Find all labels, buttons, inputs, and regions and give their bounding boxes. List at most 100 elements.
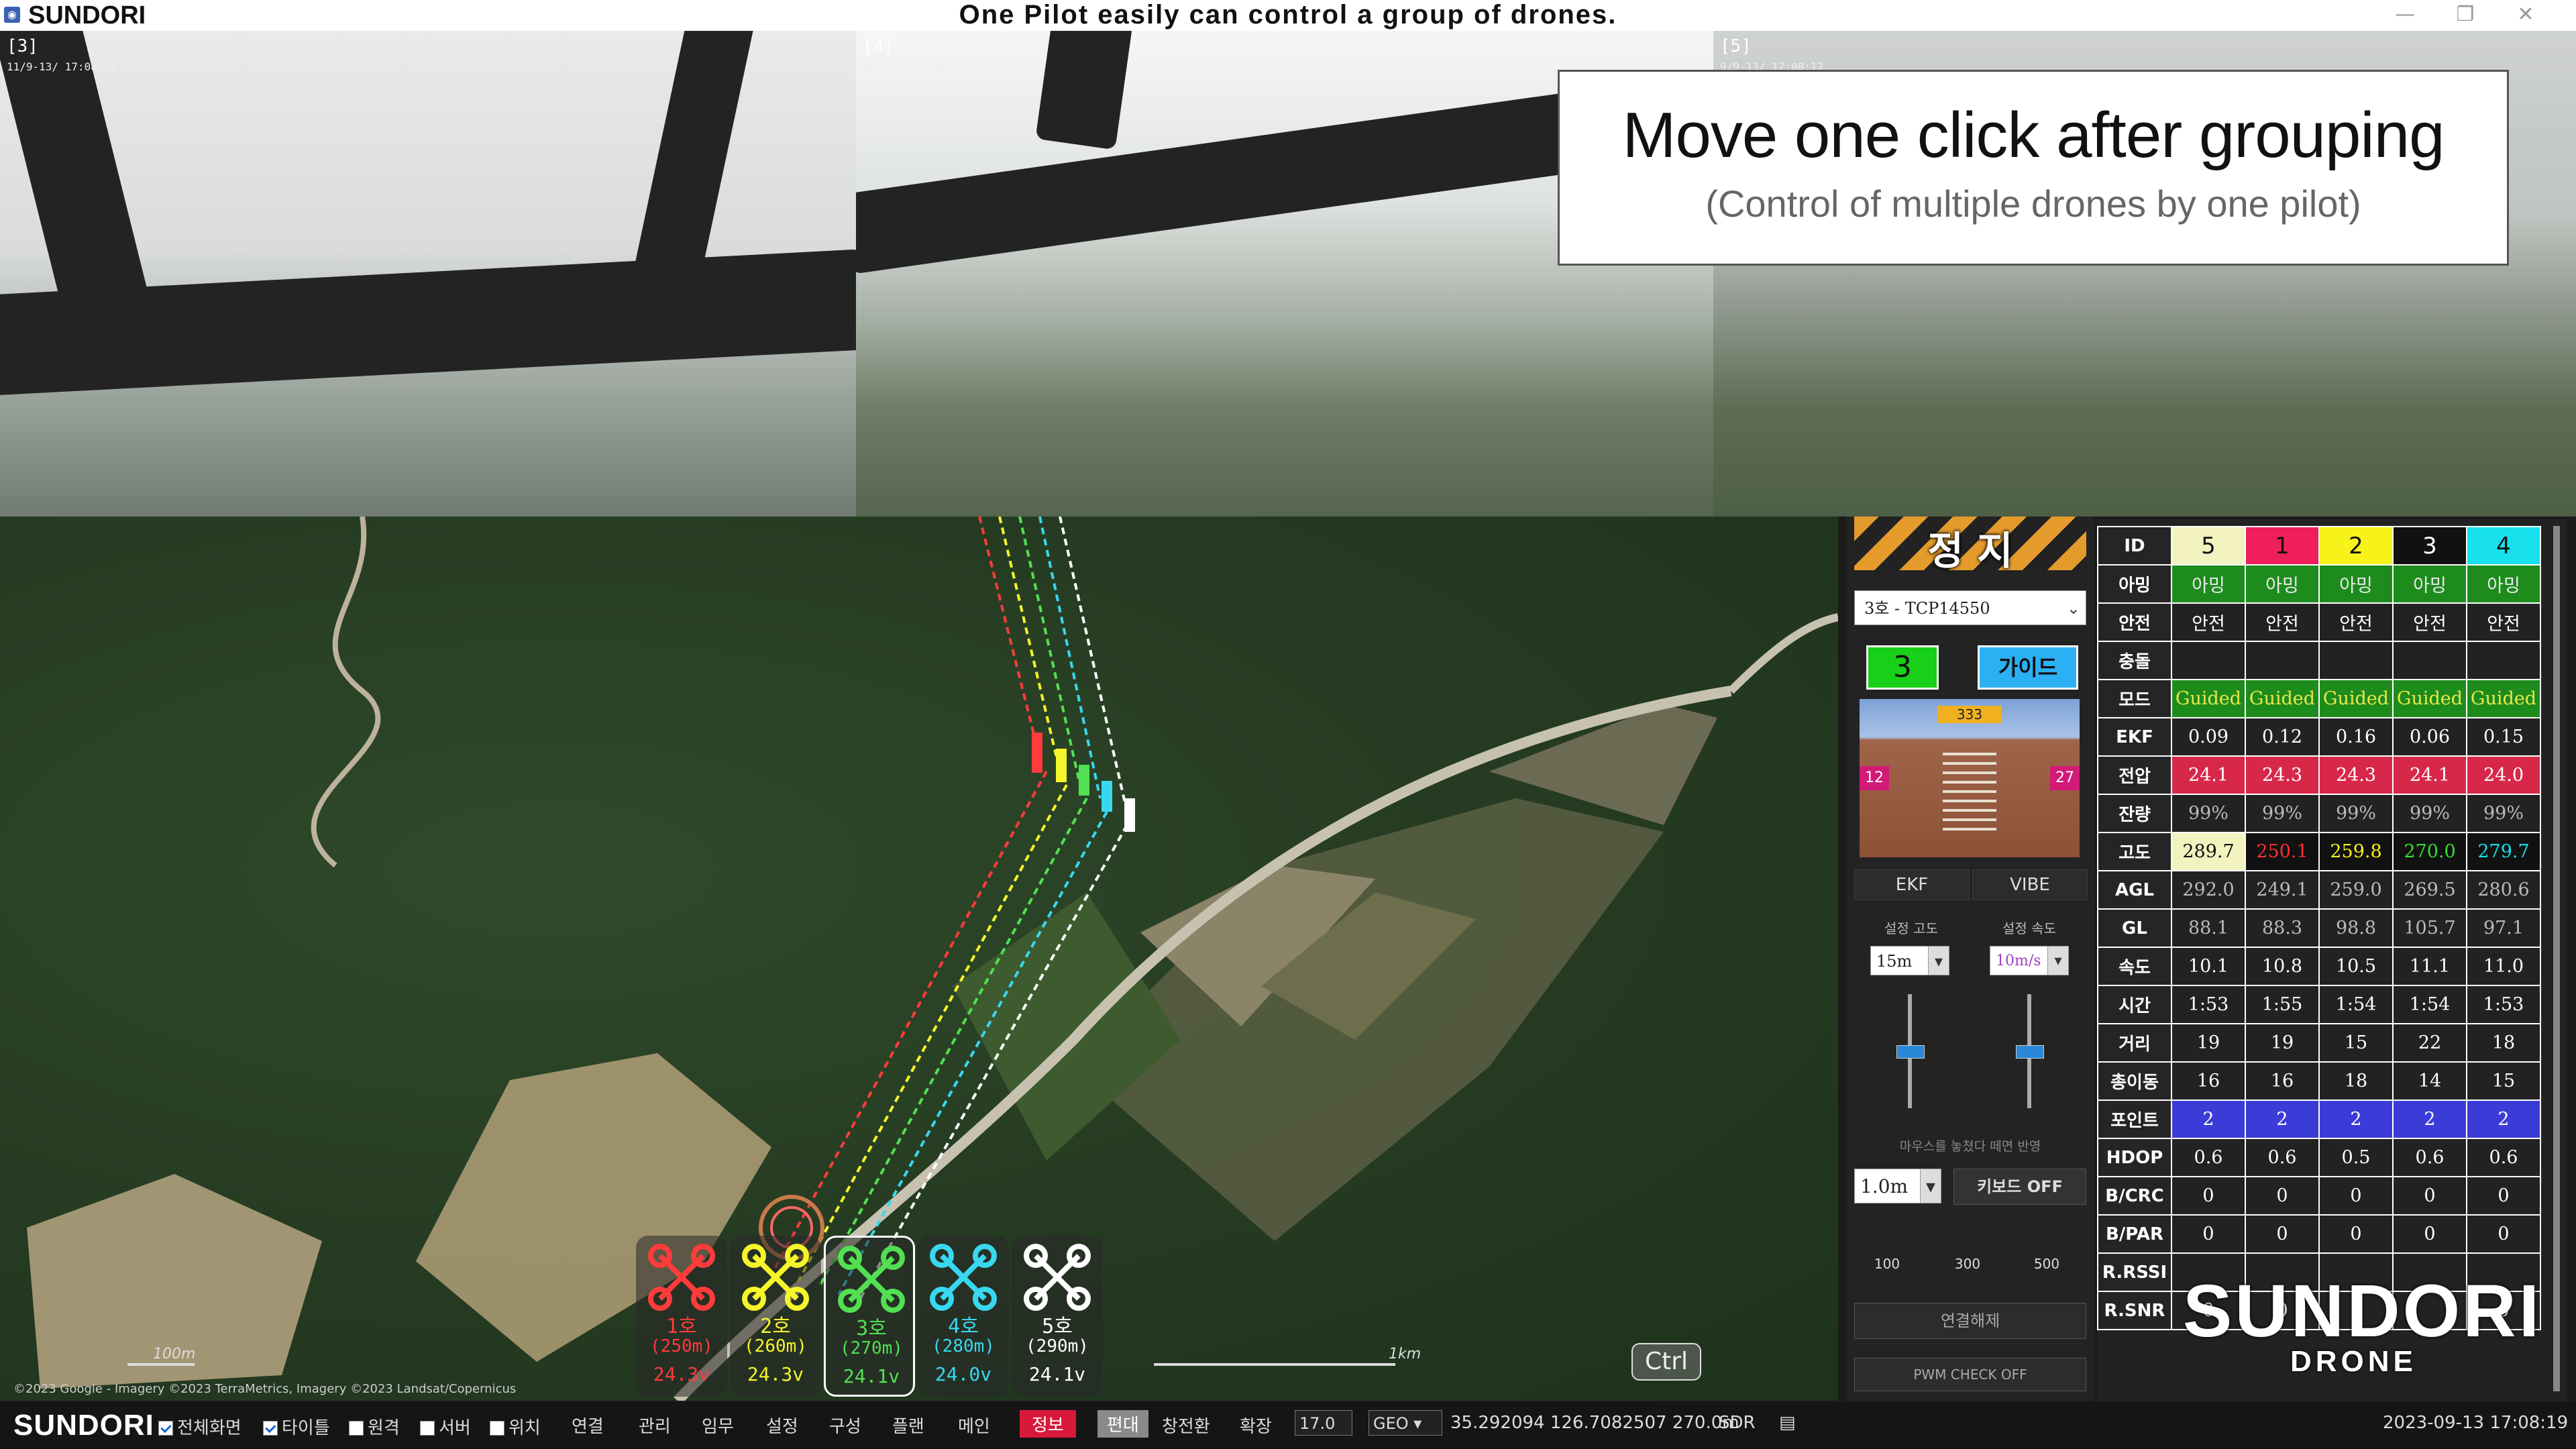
table-cell: 0.06: [2392, 717, 2467, 757]
drone-card-2[interactable]: 2호 (260m) 24.3v: [730, 1236, 821, 1397]
geo-dropdown[interactable]: GEO ▾: [1368, 1410, 1442, 1436]
drone-card-4[interactable]: 4호 (280m) 24.0v: [918, 1236, 1009, 1397]
speed-setting-dropdown[interactable]: 10m/s ▾: [1990, 946, 2069, 975]
table-cell: 0: [2466, 1176, 2541, 1216]
table-row: 충돌: [2097, 641, 2541, 680]
guide-button[interactable]: 가이드: [1978, 645, 2078, 690]
step-dropdown[interactable]: 1.0m ▾: [1854, 1169, 1941, 1203]
table-row: 잔량 99% 99% 99% 99% 99%: [2097, 794, 2541, 833]
checkbox-label: 위치: [508, 1418, 541, 1438]
preset-100-button[interactable]: 100: [1864, 1256, 1911, 1272]
drone-voltage: 24.0v: [934, 1363, 992, 1385]
video-timestamp: 11/9-13/ 17:08:15: [7, 60, 117, 73]
drone-id-header[interactable]: 5: [2171, 526, 2246, 566]
minimize-button[interactable]: —: [2375, 3, 2435, 26]
drone-altitude: (250m): [650, 1336, 713, 1356]
disconnect-button[interactable]: 연결해제: [1854, 1303, 2086, 1339]
drone-id-header[interactable]: 3: [2392, 526, 2467, 566]
datetime-display: 2023-09-13 17:08:19: [2383, 1413, 2569, 1433]
drone-leg: [1035, 31, 1133, 150]
table-cell: 259.8: [2318, 832, 2394, 871]
menu-mission[interactable]: 임무: [702, 1413, 734, 1438]
menu-config[interactable]: 구성: [829, 1413, 861, 1438]
table-cell: 0.5: [2318, 1138, 2394, 1177]
table-cell: 아밍: [2318, 564, 2394, 604]
zoom-spinner[interactable]: 17.0: [1295, 1410, 1352, 1436]
table-cell: 99%: [2171, 794, 2246, 833]
drone-voltage: 24.1v: [843, 1365, 900, 1387]
chevron-down-icon: ▾: [1928, 947, 1949, 975]
sdr-button[interactable]: SDR: [1719, 1413, 1756, 1433]
telemetry-scrollbar[interactable]: [2553, 526, 2560, 1391]
satellite-map[interactable]: 100m 1km ©2023 Google - Imagery ©2023 Te…: [0, 517, 1838, 1401]
drone-altitude: (260m): [744, 1336, 807, 1356]
vibe-button[interactable]: VIBE: [1972, 869, 2088, 900]
table-cell: 0: [2466, 1214, 2541, 1254]
drone-id-header[interactable]: 4: [2466, 526, 2541, 566]
drone-card-3[interactable]: 3호 (270m) 24.1v: [824, 1236, 915, 1397]
checkbox-remote[interactable]: 원격: [349, 1414, 400, 1439]
altitude-setting-value: 15m: [1876, 952, 1913, 971]
keyboard-toggle-button[interactable]: 키보드 OFF: [1953, 1169, 2086, 1205]
checkbox-location[interactable]: 위치: [490, 1414, 541, 1439]
pwm-check-button[interactable]: PWM CHECK OFF: [1854, 1358, 2086, 1391]
stop-button[interactable]: 정 지: [1854, 517, 2086, 574]
table-row: B/PAR 0 0 0 0 0: [2097, 1214, 2541, 1254]
checkbox-server[interactable]: 서버: [420, 1414, 471, 1439]
table-row: 시간 1:53 1:55 1:54 1:54 1:53: [2097, 985, 2541, 1024]
video-label: [5]: [1720, 36, 1752, 56]
altitude-setting-dropdown[interactable]: 15m ▾: [1870, 946, 1949, 975]
close-button[interactable]: ✕: [2496, 3, 2556, 26]
hud-altitude: 27: [2050, 766, 2080, 790]
row-header: 안전: [2097, 602, 2172, 642]
table-cell: 10.1: [2171, 947, 2246, 986]
drone-id-header[interactable]: 1: [2245, 526, 2320, 566]
table-cell: 아밍: [2171, 564, 2246, 604]
table-cell: 2: [2466, 1099, 2541, 1139]
table-cell: 아밍: [2466, 564, 2541, 604]
drone-select[interactable]: 3호 - TCP14550 ⌄: [1854, 590, 2086, 625]
row-header: 시간: [2097, 985, 2172, 1024]
window-controls: — ❐ ✕: [2375, 3, 2556, 26]
table-cell: 18: [2466, 1023, 2541, 1063]
altitude-slider-thumb[interactable]: [1896, 1045, 1925, 1059]
tab-window-switch[interactable]: 창전환: [1162, 1413, 1210, 1438]
checkbox-title[interactable]: 타이틀: [263, 1414, 330, 1439]
drone-id-header[interactable]: 2: [2318, 526, 2394, 566]
row-header: HDOP: [2097, 1138, 2172, 1177]
tab-expand[interactable]: 확장: [1240, 1413, 1272, 1438]
table-cell: 1:53: [2171, 985, 2246, 1024]
drone-card-5[interactable]: 5호 (290m) 24.1v: [1012, 1236, 1103, 1397]
table-cell: 99%: [2392, 794, 2467, 833]
tab-formation[interactable]: 편대: [1097, 1410, 1148, 1438]
checkbox-label: 서버: [439, 1418, 471, 1438]
checkbox-icon: [158, 1421, 173, 1436]
table-cell: 250.1: [2245, 832, 2320, 871]
ctrl-key-indicator: Ctrl: [1631, 1343, 1701, 1381]
table-cell: 24.1: [2392, 755, 2467, 795]
checkbox-icon: [263, 1421, 278, 1436]
table-cell: 0: [2318, 1214, 2394, 1254]
menu-connect[interactable]: 연결: [572, 1413, 604, 1438]
row-header: 모드: [2097, 679, 2172, 718]
preset-300-button[interactable]: 300: [1944, 1256, 1991, 1272]
drone-name: 5호: [1042, 1315, 1073, 1338]
video-feed-3[interactable]: [3] 11/9-13/ 17:08:15: [0, 31, 856, 517]
preset-500-button[interactable]: 500: [2023, 1256, 2070, 1272]
scale-bar-small: [127, 1363, 195, 1366]
video-label: [3]: [7, 36, 38, 56]
checkbox-fullscreen[interactable]: 전체화면: [158, 1414, 241, 1439]
ekf-button[interactable]: EKF: [1854, 869, 1970, 900]
table-cell: 16: [2171, 1061, 2246, 1101]
tab-info[interactable]: 정보: [1020, 1410, 1076, 1438]
drone-card-1[interactable]: 1호 (250m) 24.3v: [636, 1236, 727, 1397]
maximize-button[interactable]: ❐: [2435, 3, 2496, 26]
list-icon[interactable]: ▤: [1779, 1413, 1796, 1433]
menu-manage[interactable]: 관리: [639, 1413, 671, 1438]
table-cell: 0: [2245, 1214, 2320, 1254]
table-cell: 10.5: [2318, 947, 2394, 986]
menu-settings[interactable]: 설정: [766, 1413, 798, 1438]
speed-slider-thumb[interactable]: [2016, 1045, 2044, 1059]
menu-plan[interactable]: 플랜: [892, 1413, 924, 1438]
menu-main[interactable]: 메인: [958, 1413, 990, 1438]
